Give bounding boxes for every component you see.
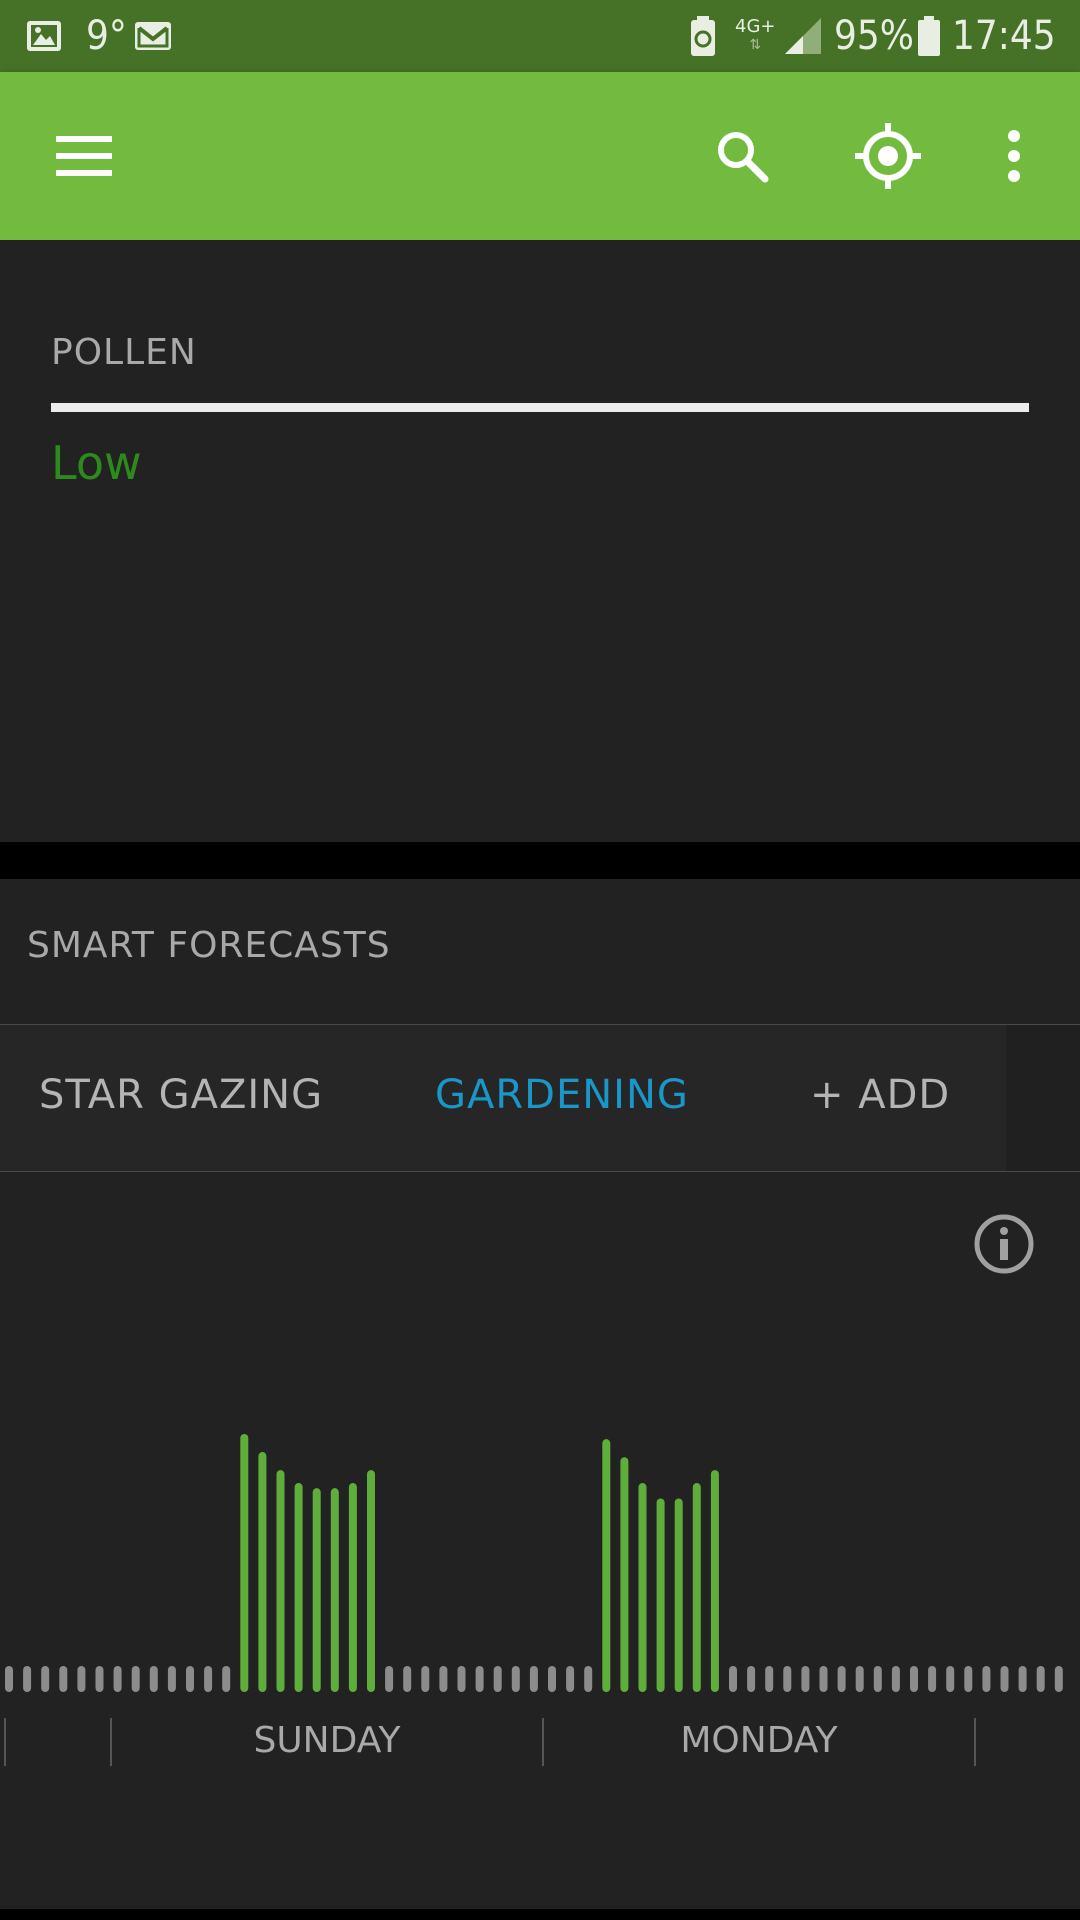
forecast-tick bbox=[186, 1666, 194, 1692]
forecast-tick bbox=[928, 1666, 937, 1692]
day-label: MONDAY bbox=[680, 1720, 838, 1761]
forecast-tick bbox=[566, 1666, 575, 1692]
forecast-tick bbox=[131, 1666, 140, 1692]
pollen-level: Low bbox=[51, 436, 142, 490]
forecast-bar bbox=[710, 1470, 719, 1692]
forecast-tick bbox=[77, 1666, 86, 1692]
forecast-tick bbox=[222, 1666, 231, 1692]
forecast-tick bbox=[910, 1666, 918, 1692]
pollen-card bbox=[0, 240, 1080, 842]
forecast-tick bbox=[1000, 1666, 1009, 1692]
forecast-tick bbox=[548, 1666, 556, 1692]
forecast-bar bbox=[276, 1470, 285, 1692]
forecast-bar bbox=[656, 1498, 665, 1692]
forecast-bar bbox=[638, 1483, 647, 1692]
forecast-tick bbox=[1054, 1666, 1063, 1692]
forecast-tick bbox=[1036, 1666, 1045, 1692]
forecast-tick bbox=[439, 1666, 448, 1692]
forecast-bar bbox=[602, 1439, 611, 1692]
forecast-tick bbox=[457, 1666, 466, 1692]
forecast-bar bbox=[294, 1483, 303, 1692]
forecast-bar bbox=[620, 1457, 629, 1692]
pollen-level-bar bbox=[51, 403, 1029, 412]
forecast-bar bbox=[367, 1470, 375, 1692]
forecast-tick bbox=[204, 1666, 213, 1692]
battery-saver-icon bbox=[688, 0, 718, 72]
smart-forecasts-title: SMART FORECASTS bbox=[27, 925, 391, 966]
forecast-tick bbox=[765, 1666, 774, 1692]
forecast-tick bbox=[837, 1666, 846, 1692]
forecast-tick bbox=[891, 1666, 900, 1692]
forecast-tick bbox=[149, 1666, 158, 1692]
gmail-icon bbox=[133, 0, 173, 72]
network-type: 4G+ ⇅ bbox=[735, 16, 776, 54]
menu-icon[interactable] bbox=[44, 116, 124, 196]
forecast-tick bbox=[403, 1666, 412, 1692]
clock: 17:45 bbox=[952, 13, 1056, 59]
forecast-tick bbox=[493, 1666, 502, 1692]
forecast-tick bbox=[167, 1666, 176, 1692]
forecast-tick bbox=[529, 1666, 538, 1692]
forecast-tick bbox=[421, 1666, 430, 1692]
forecast-tick bbox=[5, 1666, 13, 1692]
gardening-forecast-chart: SUNDAY MONDAY bbox=[4, 1434, 1063, 1766]
status-bar: 9° 4G+ ⇅ 95% 17:45 bbox=[0, 0, 1080, 72]
search-icon[interactable] bbox=[702, 116, 782, 196]
forecast-tick bbox=[747, 1666, 756, 1692]
tab-add[interactable]: + ADD bbox=[810, 1070, 950, 1120]
locate-icon[interactable] bbox=[848, 116, 928, 196]
forecast-tick bbox=[95, 1666, 104, 1692]
forecast-tick bbox=[113, 1666, 122, 1692]
pollen-title: POLLEN bbox=[51, 332, 197, 373]
forecast-tick bbox=[801, 1666, 810, 1692]
forecast-tick bbox=[511, 1666, 520, 1692]
forecast-bar bbox=[692, 1483, 701, 1692]
forecast-bar bbox=[674, 1498, 683, 1692]
forecast-tick bbox=[1018, 1666, 1027, 1692]
forecast-tick bbox=[819, 1666, 828, 1692]
image-icon bbox=[24, 0, 64, 72]
forecast-tick bbox=[59, 1666, 68, 1692]
forecast-bar bbox=[258, 1452, 267, 1692]
forecast-tick bbox=[475, 1666, 484, 1692]
forecast-tick bbox=[873, 1666, 882, 1692]
forecast-bar bbox=[240, 1434, 249, 1692]
forecast-tick bbox=[855, 1666, 864, 1692]
signal-icon bbox=[783, 0, 823, 72]
battery-percent: 95% bbox=[834, 13, 914, 59]
forecast-tick bbox=[385, 1666, 394, 1692]
info-icon[interactable] bbox=[972, 1212, 1036, 1276]
temperature-text: 9° bbox=[86, 13, 127, 59]
network-type-text: 4G+ bbox=[735, 16, 776, 37]
forecast-tick bbox=[41, 1666, 50, 1692]
forecast-tick bbox=[946, 1666, 955, 1692]
tab-gardening[interactable]: GARDENING bbox=[435, 1070, 689, 1120]
forecast-tick bbox=[783, 1666, 792, 1692]
app-bar bbox=[0, 72, 1080, 240]
tab-star-gazing[interactable]: STAR GAZING bbox=[39, 1070, 323, 1120]
day-label: SUNDAY bbox=[253, 1720, 401, 1761]
forecast-tick bbox=[23, 1666, 32, 1692]
forecast-tick bbox=[584, 1666, 593, 1692]
forecast-tick bbox=[982, 1666, 991, 1692]
forecast-tick bbox=[964, 1666, 973, 1692]
battery-icon bbox=[916, 0, 942, 72]
more-vert-icon[interactable] bbox=[974, 116, 1054, 196]
forecast-bar bbox=[330, 1488, 339, 1692]
forecast-bar bbox=[312, 1488, 321, 1692]
forecast-bar bbox=[348, 1483, 357, 1692]
tabs-scroll-edge bbox=[1006, 1024, 1080, 1172]
forecast-tick bbox=[729, 1666, 737, 1692]
